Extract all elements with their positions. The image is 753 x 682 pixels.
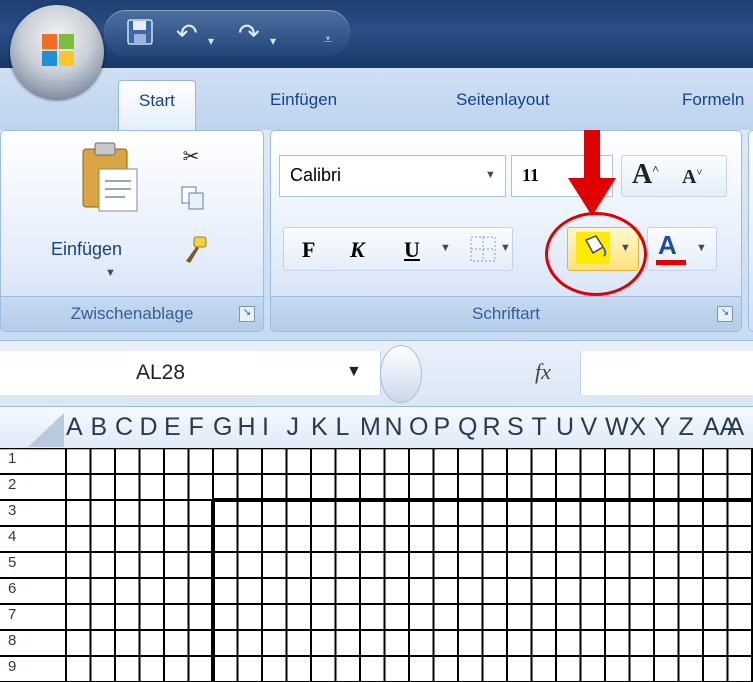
- red-arrow-annotation: [568, 130, 616, 216]
- column-header[interactable]: O: [409, 413, 428, 442]
- clipboard-dialog-launcher-icon[interactable]: ↘: [239, 306, 255, 322]
- column-header[interactable]: R: [483, 413, 501, 442]
- column-header[interactable]: Z: [679, 413, 694, 442]
- font-name-value: Calibri: [290, 165, 342, 185]
- font-dialog-launcher-icon[interactable]: ↘: [717, 306, 733, 322]
- font-group: Calibri ▼ 11 ▼ A˄ A˅ F K U ▼ ▼ ▼: [270, 130, 742, 332]
- column-header[interactable]: A: [66, 413, 83, 442]
- column-header[interactable]: M: [360, 413, 381, 442]
- italic-button[interactable]: K: [350, 237, 365, 263]
- font-color-bar: [656, 260, 686, 265]
- quick-access-toolbar: ↶ ▾ ↷ ▾ ⩡: [104, 10, 350, 56]
- format-painter-icon[interactable]: [177, 235, 213, 271]
- column-header[interactable]: T: [532, 413, 547, 442]
- column-header[interactable]: A: [728, 413, 745, 442]
- font-group-label: Schriftart: [271, 296, 741, 331]
- undo-icon[interactable]: ↶: [176, 18, 198, 48]
- office-orb-icon: [42, 34, 74, 66]
- paste-dropdown-icon[interactable]: ▼: [105, 267, 116, 279]
- borders-icon[interactable]: [470, 236, 496, 267]
- formula-bar-splitter[interactable]: [380, 345, 422, 403]
- column-header[interactable]: D: [140, 413, 158, 442]
- customize-qat-icon[interactable]: ⩡: [324, 24, 332, 54]
- column-header[interactable]: L: [336, 413, 350, 442]
- paste-label: Einfügen: [51, 239, 123, 259]
- font-color-button[interactable]: A ▼: [647, 227, 717, 271]
- column-header[interactable]: N: [385, 413, 403, 442]
- bold-button[interactable]: F: [302, 237, 315, 263]
- column-header[interactable]: I: [262, 413, 269, 442]
- save-icon[interactable]: [126, 18, 154, 52]
- name-box-value: AL28: [136, 361, 186, 384]
- column-header[interactable]: Y: [654, 413, 671, 442]
- column-header[interactable]: P: [434, 413, 451, 442]
- font-size-buttons: A˄ A˅: [621, 155, 727, 197]
- next-group-edge: [748, 130, 753, 332]
- paste-icon: [82, 142, 138, 212]
- column-header[interactable]: U: [556, 413, 574, 442]
- name-box-dropdown-icon[interactable]: ▼: [346, 363, 362, 381]
- column-header[interactable]: H: [238, 413, 256, 442]
- worksheet[interactable]: A B C D E F G H I J K L M N O P Q R S T U V W X Y Z AA A 123456789: [0, 406, 753, 682]
- column-header[interactable]: W: [605, 413, 629, 442]
- column-headers: A B C D E F G H I J K L M N O P Q R S T U V W X Y Z AA A: [0, 406, 753, 450]
- font-name-combo[interactable]: Calibri ▼: [279, 155, 506, 197]
- cell-grid[interactable]: [0, 448, 753, 682]
- tab-seitenlayout[interactable]: Seitenlayout: [456, 90, 550, 110]
- column-header[interactable]: F: [189, 413, 204, 442]
- font-size-value: 11: [522, 165, 540, 185]
- column-header[interactable]: E: [164, 413, 181, 442]
- column-header[interactable]: G: [213, 413, 232, 442]
- select-all-corner[interactable]: [0, 407, 66, 449]
- underline-dropdown-icon[interactable]: ▼: [440, 242, 451, 254]
- tab-einfuegen[interactable]: Einfügen: [270, 90, 337, 110]
- redo-dropdown-icon[interactable]: ▾: [270, 26, 276, 56]
- copy-icon[interactable]: [175, 185, 211, 221]
- column-header[interactable]: B: [91, 413, 108, 442]
- formula-input[interactable]: [580, 351, 753, 395]
- tab-start[interactable]: Start: [118, 80, 196, 131]
- tab-formeln[interactable]: Formeln: [682, 90, 744, 110]
- clipboard-group-label: Zwischenablage: [1, 296, 263, 331]
- font-color-dropdown-icon[interactable]: ▼: [696, 242, 707, 254]
- redo-icon[interactable]: ↷: [238, 18, 260, 48]
- column-header[interactable]: S: [507, 413, 524, 442]
- underline-button[interactable]: U: [404, 237, 420, 263]
- shrink-font-button[interactable]: A˅: [682, 166, 702, 189]
- column-header[interactable]: V: [581, 413, 598, 442]
- column-header[interactable]: X: [630, 413, 647, 442]
- font-color-label: A: [658, 230, 677, 260]
- formula-bar: AL28 ▼ fx: [0, 340, 753, 407]
- format-buttons: F K U ▼ ▼: [283, 227, 513, 271]
- column-header[interactable]: K: [311, 413, 328, 442]
- ribbon-tabs: Start Einfügen Seitenlayout Formeln: [0, 68, 753, 131]
- column-header[interactable]: C: [115, 413, 133, 442]
- font-name-dropdown-icon[interactable]: ▼: [485, 169, 496, 181]
- paste-button[interactable]: Einfügen ▼: [41, 139, 141, 279]
- clipboard-group: Einfügen ▼ ✂ Zwischenablage ↘: [0, 130, 264, 332]
- column-header[interactable]: J: [287, 413, 300, 442]
- column-header[interactable]: Q: [458, 413, 477, 442]
- borders-dropdown-icon[interactable]: ▼: [500, 242, 511, 254]
- office-button[interactable]: [10, 5, 104, 99]
- undo-dropdown-icon[interactable]: ▾: [208, 26, 214, 56]
- name-box[interactable]: AL28 ▼: [0, 351, 381, 395]
- function-icon[interactable]: fx: [535, 359, 551, 385]
- grow-font-button[interactable]: A˄: [632, 159, 659, 191]
- red-circle-annotation: [545, 212, 647, 296]
- cut-icon[interactable]: ✂: [173, 139, 209, 175]
